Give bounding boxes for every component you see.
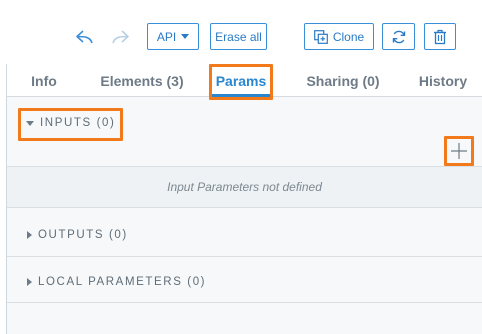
divider — [7, 256, 482, 257]
trash-icon — [433, 29, 447, 45]
erase-all-button[interactable]: Erase all — [210, 23, 267, 50]
caret-right-icon — [27, 231, 32, 239]
clone-icon — [313, 29, 328, 44]
params-tab-highlight — [209, 64, 273, 100]
tab-history[interactable]: History — [412, 64, 474, 97]
inputs-empty-message: Input Parameters not defined — [7, 167, 482, 207]
redo-icon[interactable] — [109, 26, 131, 48]
caret-down-icon — [181, 34, 190, 39]
tab-elements[interactable]: Elements (3) — [90, 64, 194, 97]
inputs-header-highlight — [18, 108, 123, 141]
undo-icon[interactable] — [74, 26, 96, 48]
delete-button[interactable] — [424, 23, 456, 50]
outputs-section-header[interactable]: OUTPUTS (0) — [27, 229, 128, 241]
api-dropdown-button[interactable]: API — [147, 23, 199, 50]
divider — [7, 302, 482, 303]
refresh-button[interactable] — [382, 23, 415, 50]
outputs-label: OUTPUTS (0) — [38, 229, 128, 241]
api-label: API — [156, 29, 177, 44]
local-parameters-label: LOCAL PARAMETERS (0) — [38, 276, 207, 288]
toolbar: API Erase all Clone — [0, 0, 482, 64]
clone-label: Clone — [332, 29, 365, 44]
add-button-highlight — [444, 136, 474, 166]
local-parameters-section-header[interactable]: LOCAL PARAMETERS (0) — [27, 276, 206, 288]
clone-button[interactable]: Clone — [304, 23, 374, 50]
caret-right-icon — [27, 278, 32, 286]
erase-all-label: Erase all — [215, 29, 262, 44]
divider — [7, 207, 482, 208]
tab-sharing[interactable]: Sharing (0) — [302, 64, 384, 97]
refresh-icon — [391, 29, 407, 45]
tab-info[interactable]: Info — [22, 64, 66, 97]
